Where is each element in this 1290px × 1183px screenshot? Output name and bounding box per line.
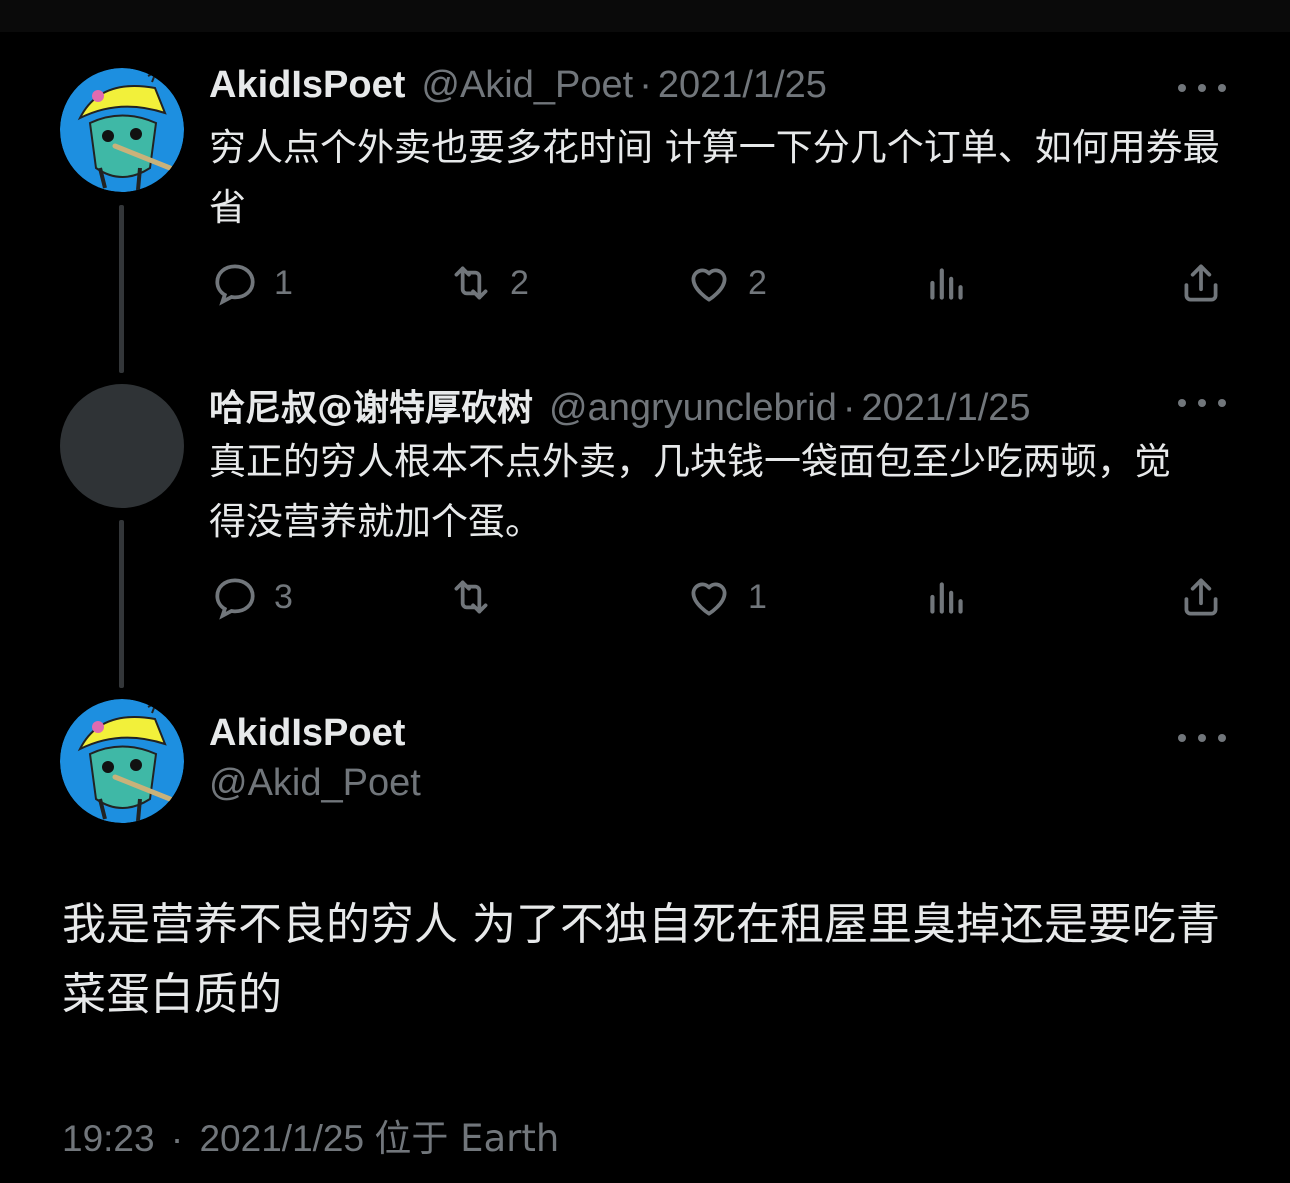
reply-button[interactable]: 1 xyxy=(210,258,293,308)
handle[interactable]: @Akid_Poet xyxy=(209,762,421,805)
retweet-button[interactable] xyxy=(446,572,510,622)
reply-icon xyxy=(215,264,255,306)
display-name[interactable]: AkidIsPoet xyxy=(209,64,405,107)
cartoon-avatar-icon xyxy=(60,699,184,823)
tweet-header: 哈尼叔@谢特厚砍树 @angryunclebrid · 2021/1/25 xyxy=(209,379,1031,429)
tweet-footer: 19:23 · 2021/1/25 位于 Earth xyxy=(62,1108,559,1162)
share-icon xyxy=(1184,264,1218,302)
like-count: 1 xyxy=(748,577,767,616)
views-icon xyxy=(930,582,963,614)
reply-count: 1 xyxy=(274,263,293,302)
views-icon xyxy=(930,268,963,300)
tweet-text: 穷人点个外卖也要多花时间 计算一下分几个订单、如何用券最省 xyxy=(209,126,1220,229)
like-icon xyxy=(691,268,727,302)
handle[interactable]: @angryunclebrid · 2021/1/25 xyxy=(549,387,1031,430)
separator: · xyxy=(170,1118,184,1159)
tweet-date[interactable]: 2021/1/25 xyxy=(862,387,1031,429)
share-button[interactable] xyxy=(1176,572,1226,622)
like-icon xyxy=(691,582,727,616)
avatar[interactable] xyxy=(60,68,184,192)
views-button[interactable] xyxy=(922,258,972,308)
reply-button[interactable]: 3 xyxy=(210,572,293,622)
share-icon xyxy=(1184,578,1218,616)
separator: · xyxy=(639,64,652,106)
tweet-actions: 3 1 xyxy=(0,572,1290,622)
status-bar xyxy=(0,0,1290,32)
reply-icon xyxy=(215,578,255,620)
avatar[interactable] xyxy=(60,699,184,823)
tweet-text: 真正的穷人根本不点外卖，几块钱一袋面包至少吃两顿，觉得没营养就加个蛋。 xyxy=(209,440,1171,543)
tweet-date[interactable]: 2021/1/25 xyxy=(658,64,827,106)
retweet-icon xyxy=(454,580,488,614)
handle[interactable]: @Akid_Poet · 2021/1/25 xyxy=(421,64,827,107)
main-tweet-text: 我是营养不良的穷人 为了不独自死在租屋里臭掉还是要吃青菜蛋白质的 xyxy=(62,899,1220,1020)
handle-text: @Akid_Poet xyxy=(421,64,634,106)
tweet-actions: 1 2 2 xyxy=(0,258,1290,308)
tweet-date[interactable]: 2021/1/25 xyxy=(199,1118,364,1159)
display-name[interactable]: 哈尼叔@谢特厚砍树 xyxy=(209,379,533,431)
more-icon[interactable] xyxy=(1178,393,1226,413)
handle-text: @angryunclebrid xyxy=(549,387,837,429)
retweet-count: 2 xyxy=(510,263,529,302)
tweet-header: AkidIsPoet @Akid_Poet · 2021/1/25 xyxy=(209,64,827,110)
retweet-button[interactable]: 2 xyxy=(446,258,529,308)
more-icon[interactable] xyxy=(1178,78,1226,98)
avatar[interactable] xyxy=(60,384,184,508)
more-icon[interactable] xyxy=(1178,728,1226,748)
retweet-icon xyxy=(454,266,488,300)
like-button[interactable]: 2 xyxy=(684,258,767,308)
share-button[interactable] xyxy=(1176,258,1226,308)
like-button[interactable]: 1 xyxy=(684,572,767,622)
tweet-time[interactable]: 19:23 xyxy=(62,1118,155,1159)
views-button[interactable] xyxy=(922,572,972,622)
cartoon-avatar-icon xyxy=(60,68,184,192)
separator: · xyxy=(842,387,856,429)
like-count: 2 xyxy=(748,263,767,302)
reply-count: 3 xyxy=(274,577,293,616)
display-name[interactable]: AkidIsPoet xyxy=(209,712,405,755)
tweet-location: 位于 Earth xyxy=(374,1117,560,1160)
